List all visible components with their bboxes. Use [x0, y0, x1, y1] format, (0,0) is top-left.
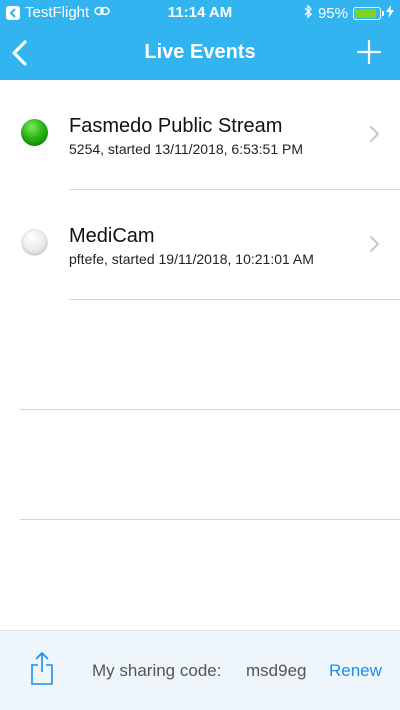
sharing-code-label: My sharing code: [92, 661, 222, 680]
event-subtitle: 5254, started 13/11/2018, 6:53:51 PM [69, 141, 304, 157]
share-icon [31, 652, 53, 685]
battery-percent: 95% [317, 5, 348, 22]
event-name: MediCam [69, 225, 155, 247]
nav-bar: Live Events [0, 26, 400, 80]
event-row[interactable]: Fasmedo Public Stream 5254, started 13/1… [0, 80, 400, 190]
live-status-icon [21, 119, 48, 146]
event-name: Fasmedo Public Stream [69, 115, 283, 137]
chevron-right-icon [370, 236, 380, 252]
bluetooth-icon [303, 4, 313, 23]
status-bar: TestFlight 11:14 AM 95% [0, 0, 400, 26]
idle-status-icon [21, 229, 48, 256]
share-button[interactable] [30, 650, 54, 686]
sharing-code-value: msd9eg [246, 661, 307, 680]
status-right: 95% [303, 4, 394, 23]
empty-row-divider [20, 519, 400, 520]
event-subtitle: pftefe, started 19/11/2018, 10:21:01 AM [69, 251, 314, 267]
sharing-footer: My sharing code: msd9eg Renew [0, 630, 400, 710]
plus-icon [356, 39, 382, 65]
event-row[interactable]: MediCam pftefe, started 19/11/2018, 10:2… [0, 190, 400, 300]
battery-fill [355, 9, 376, 18]
page-title: Live Events [144, 41, 256, 63]
add-event-button[interactable] [356, 39, 382, 65]
charging-bolt-icon [386, 5, 394, 22]
battery-tip [382, 11, 384, 16]
renew-button[interactable]: Renew [329, 661, 382, 681]
chevron-right-icon [370, 126, 380, 142]
battery-icon [353, 7, 384, 20]
empty-row-divider [20, 409, 400, 410]
row-divider [69, 299, 400, 300]
